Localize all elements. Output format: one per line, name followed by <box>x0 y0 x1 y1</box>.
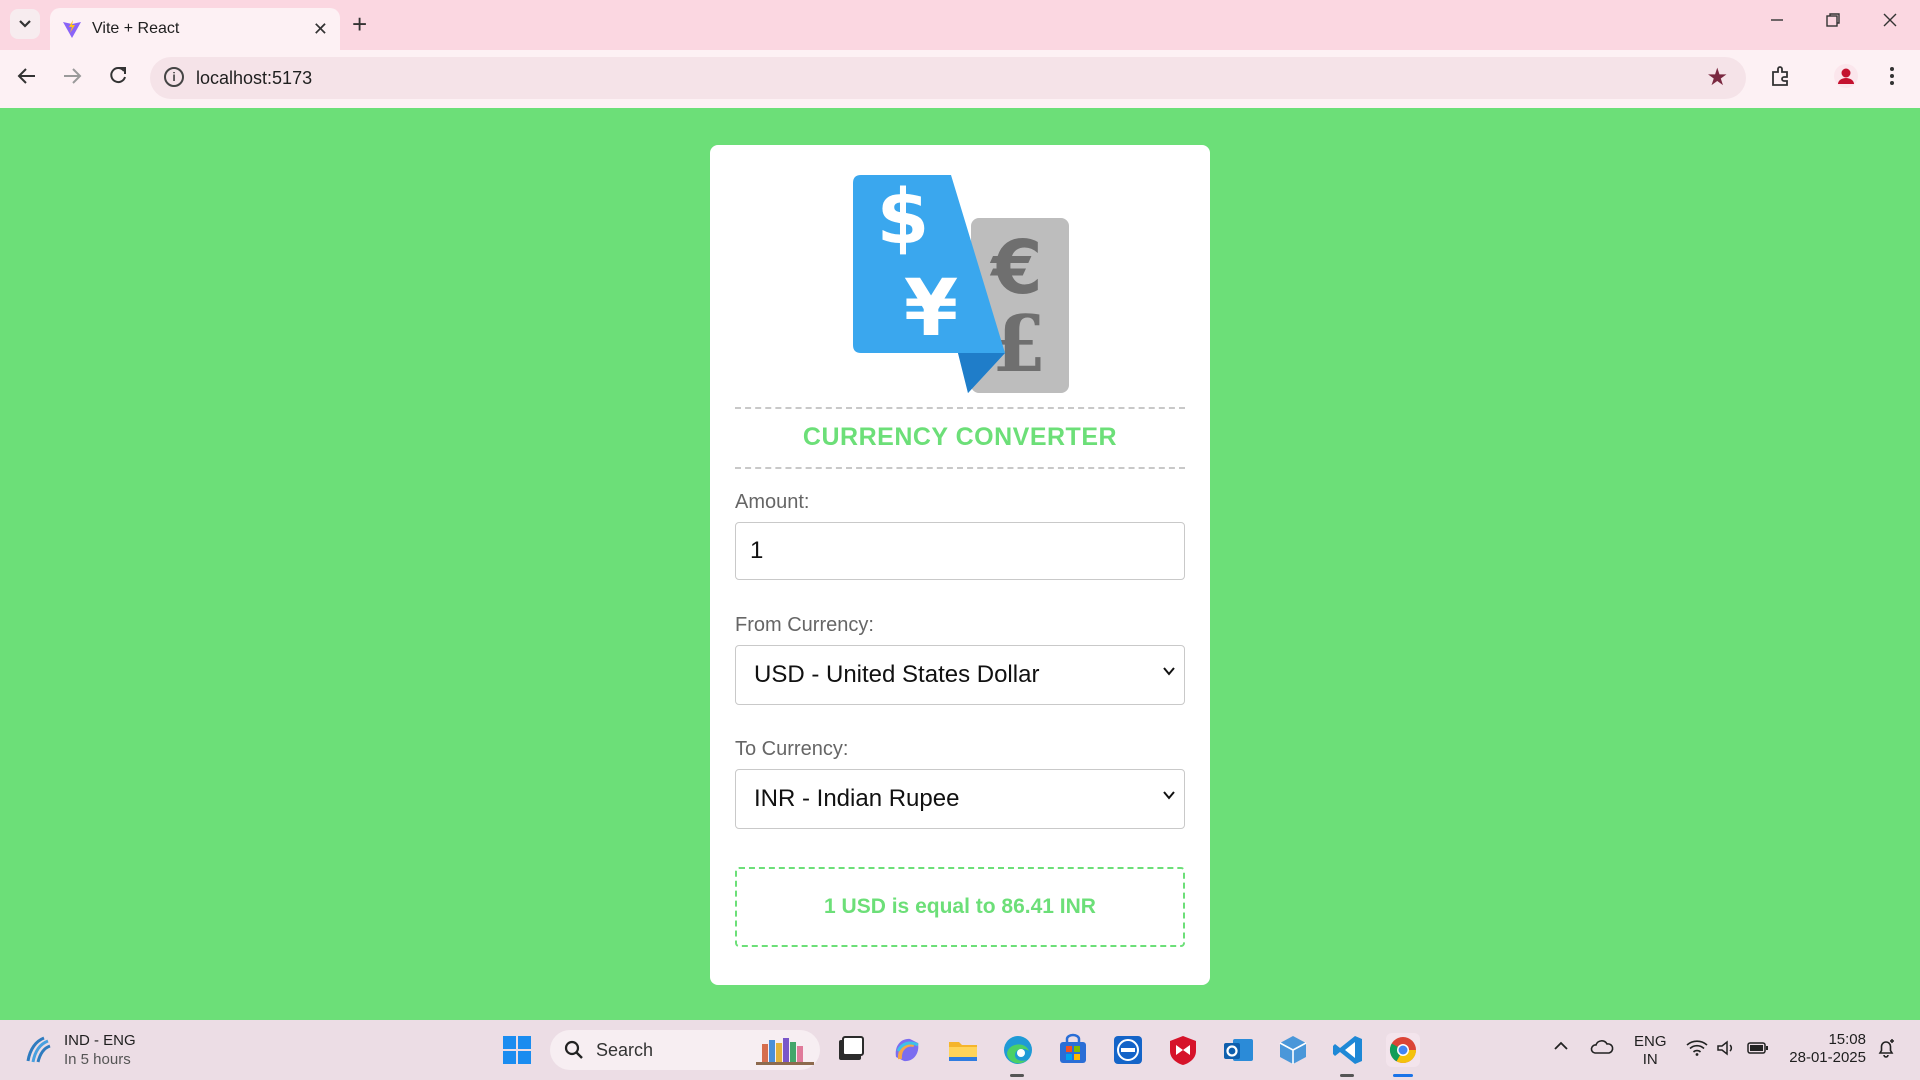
taskbar-search-box[interactable]: Search <box>550 1030 820 1070</box>
menu-kebab-icon[interactable] <box>1888 64 1896 94</box>
logo-dollar-symbol: $ <box>877 175 930 261</box>
vscode-running-indicator <box>1340 1074 1354 1077</box>
back-icon[interactable] <box>16 65 38 93</box>
edge-icon[interactable] <box>1001 1033 1035 1067</box>
search-label: Search <box>596 1039 654 1060</box>
tab-search-button[interactable] <box>10 9 40 39</box>
browser-tab[interactable]: Vite + React ✕ <box>50 8 340 50</box>
cricket-icon <box>26 1036 51 1063</box>
minimize-icon[interactable] <box>1769 12 1785 33</box>
clock[interactable]: 15:08 28-01-2025 <box>1786 1031 1866 1067</box>
bookmark-star-icon[interactable]: ★ <box>1706 63 1728 92</box>
language-indicator[interactable]: ENG IN <box>1634 1033 1667 1069</box>
url-text[interactable]: localhost:5173 <box>196 68 312 89</box>
chrome-icon <box>1389 1037 1417 1064</box>
extensions-icon[interactable] <box>1769 64 1793 94</box>
mcafee-icon[interactable] <box>1166 1033 1200 1067</box>
volume-icon[interactable] <box>1716 1040 1736 1061</box>
vscode-icon[interactable] <box>1331 1033 1365 1067</box>
amount-input[interactable]: 1 <box>735 522 1185 580</box>
task-view-icon[interactable] <box>834 1033 868 1067</box>
forward-icon[interactable] <box>61 65 83 93</box>
from-currency-select[interactable]: USD - United States Dollar <box>735 645 1185 705</box>
tab-title: Vite + React <box>92 20 180 37</box>
chrome-active-indicator <box>1393 1074 1413 1077</box>
clock-date: 28-01-2025 <box>1789 1049 1866 1066</box>
converter-card: € £ $ ¥ CURRENCY CONVERTER Amount: 1 Fro… <box>710 145 1210 985</box>
to-currency-value: INR - Indian Rupee <box>754 785 960 812</box>
from-currency-label: From Currency: <box>735 614 874 636</box>
new-tab-button[interactable]: + <box>352 10 367 38</box>
microsoft-store-icon[interactable] <box>1056 1033 1090 1067</box>
clock-time: 15:08 <box>1828 1031 1866 1048</box>
onedrive-icon[interactable] <box>1590 1039 1614 1060</box>
vite-favicon-icon <box>63 20 81 38</box>
3d-box-icon[interactable] <box>1276 1033 1310 1067</box>
windows-taskbar: IND - ENG In 5 hours Search ENG IN 15:08… <box>0 1020 1920 1080</box>
restore-icon[interactable] <box>1825 12 1841 33</box>
conversion-result: 1 USD is equal to 86.41 INR <box>735 867 1185 947</box>
wifi-icon[interactable] <box>1686 1040 1708 1061</box>
close-window-icon[interactable] <box>1882 12 1898 33</box>
from-currency-value: USD - United States Dollar <box>754 661 1040 688</box>
language-top: ENG <box>1634 1033 1667 1050</box>
chevron-down-icon <box>1163 667 1175 676</box>
to-currency-label: To Currency: <box>735 738 849 760</box>
language-bottom: IN <box>1642 1051 1658 1068</box>
amount-label: Amount: <box>735 491 810 513</box>
weather-widget[interactable]: IND - ENG In 5 hours <box>22 1031 136 1069</box>
browser-toolbar: i localhost:5173 ★ <box>0 50 1920 108</box>
dell-icon[interactable] <box>1111 1033 1145 1067</box>
chrome-taskbar-button[interactable] <box>1386 1033 1420 1067</box>
windows-start-icon[interactable] <box>500 1033 534 1067</box>
amount-value: 1 <box>750 537 764 564</box>
to-currency-select[interactable]: INR - Indian Rupee <box>735 769 1185 829</box>
divider-bottom <box>735 467 1185 469</box>
chevron-down-icon <box>19 20 31 28</box>
page-title: CURRENCY CONVERTER <box>802 423 1118 451</box>
edge-running-indicator <box>1010 1074 1024 1077</box>
weather-title: IND - ENG <box>64 1032 136 1049</box>
books-illustration-icon <box>756 1038 814 1065</box>
divider-top <box>735 407 1185 409</box>
profile-avatar-icon[interactable] <box>1834 64 1858 94</box>
logo-yen-symbol: ¥ <box>904 264 958 354</box>
site-info-icon[interactable]: i <box>164 67 184 87</box>
chevron-down-icon <box>1163 791 1175 800</box>
battery-icon[interactable] <box>1747 1040 1769 1061</box>
browser-tab-bar: Vite + React ✕ + <box>0 0 1920 50</box>
close-tab-icon[interactable]: ✕ <box>313 19 328 40</box>
currency-exchange-logo: € £ $ ¥ <box>853 175 1069 393</box>
reload-icon[interactable] <box>107 65 129 93</box>
search-icon <box>564 1040 583 1059</box>
show-hidden-icons-icon[interactable] <box>1553 1038 1569 1059</box>
outlook-icon[interactable] <box>1221 1033 1255 1067</box>
copilot-icon[interactable] <box>890 1033 924 1067</box>
address-bar[interactable]: i localhost:5173 ★ <box>150 57 1746 99</box>
file-explorer-icon[interactable] <box>946 1033 980 1067</box>
weather-subtitle: In 5 hours <box>64 1051 131 1068</box>
notification-bell-icon[interactable] <box>1876 1038 1896 1063</box>
